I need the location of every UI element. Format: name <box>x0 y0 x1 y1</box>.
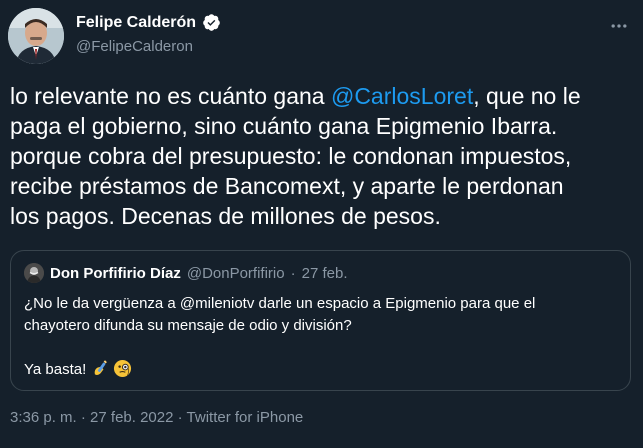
quoted-tweet-text: ¿No le da vergüenza a @mileniotv darle u… <box>24 293 614 385</box>
tweet-text-segment: lo relevante no es cuánto gana <box>10 83 331 109</box>
separator-dot: · <box>76 409 91 426</box>
quoted-text-line-last: Ya basta! <box>24 359 614 385</box>
monocle-face-emoji <box>113 359 132 385</box>
quoted-text-line <box>24 337 614 359</box>
tweet-header: Felipe Calderón @FelipeCalderon <box>8 6 633 66</box>
author-display-name[interactable]: Felipe Calderón <box>76 14 196 32</box>
quoted-text-segment: Ya basta! <box>24 361 87 378</box>
quoted-text-line: chayotero difunda su mensaje de odio y d… <box>24 317 352 334</box>
tweet: Felipe Calderón @FelipeCalderon lo relev… <box>0 0 643 448</box>
separator-dot: · <box>173 409 187 426</box>
quoted-author-avatar <box>24 263 44 283</box>
tweet-text-segment: , que no le <box>473 83 581 109</box>
author-avatar[interactable] <box>8 8 64 64</box>
writing-hand-emoji <box>92 359 111 385</box>
tweet-text-line: paga el gobierno, sino cuánto gana Epigm… <box>10 113 558 139</box>
tweet-text-line: lo relevante no es cuánto gana @CarlosLo… <box>10 81 635 111</box>
tweet-text-line: los pagos. Decenas de millones de pesos. <box>10 203 441 229</box>
verified-badge-icon <box>202 13 221 32</box>
mention-link[interactable]: @CarlosLoret <box>331 83 473 109</box>
author-name-row: Felipe Calderón <box>76 13 221 32</box>
quoted-date: 27 feb. <box>301 264 348 282</box>
author-avatar-image <box>8 8 64 64</box>
quoted-tweet-header: Don Porfifirio Díaz @DonPorfifirio · 27 … <box>24 263 347 283</box>
tweet-time: 3:36 p. m. <box>10 409 77 426</box>
tweet-date: 27 feb. 2022 <box>90 409 174 426</box>
tweet-source-link[interactable]: Twitter for iPhone <box>187 409 304 426</box>
tweet-metadata: 3:36 p. m. · 27 feb. 2022 · Twitter for … <box>10 409 303 426</box>
tweet-text-line: porque cobra del presupuesto: le condona… <box>10 143 572 169</box>
tweet-text-line: recibe préstamos de Bancomext, y aparte … <box>10 173 564 199</box>
tweet-text: lo relevante no es cuánto gana @CarlosLo… <box>10 81 635 231</box>
quoted-tweet[interactable]: Don Porfifirio Díaz @DonPorfifirio · 27 … <box>10 250 631 391</box>
separator-dot: · <box>290 264 296 282</box>
quoted-author-handle: @DonPorfifirio <box>186 264 285 282</box>
more-options-icon[interactable] <box>607 14 631 38</box>
quoted-author-name: Don Porfifirio Díaz <box>50 264 181 282</box>
author-handle[interactable]: @FelipeCalderon <box>76 38 193 55</box>
tweet-timestamp-link[interactable]: 3:36 p. m. · 27 feb. 2022 <box>10 409 173 426</box>
quoted-text-line: ¿No le da vergüenza a @mileniotv darle u… <box>24 295 536 312</box>
